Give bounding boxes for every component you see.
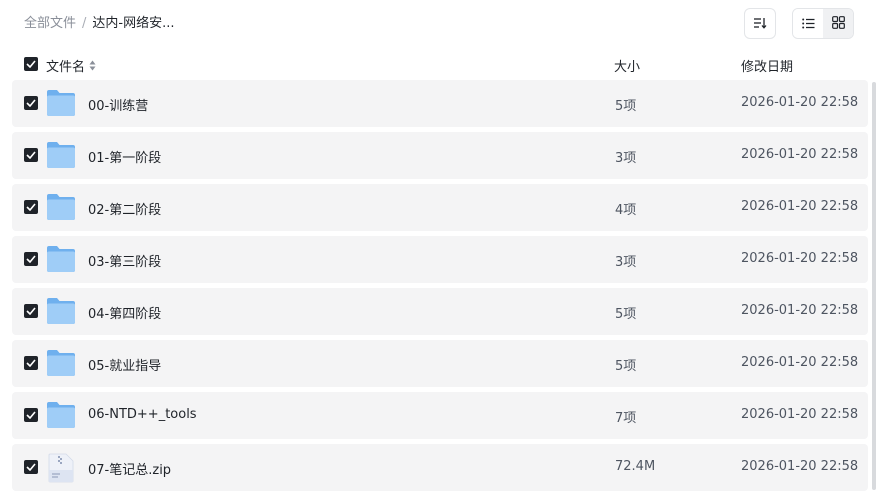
file-row[interactable]: 07-笔记总.zip 72.4M 2026-01-20 22:58 (12, 444, 868, 491)
row-checkbox[interactable] (24, 200, 38, 214)
row-checkbox[interactable] (24, 148, 38, 162)
file-name[interactable]: 01-第一阶段 (88, 147, 161, 166)
folder-icon (46, 349, 76, 377)
row-checkbox[interactable] (24, 96, 38, 110)
list-view-button[interactable] (793, 9, 823, 38)
file-modified-date: 2026-01-20 22:58 (741, 251, 859, 266)
folder-row[interactable]: 03-第三阶段 3项 2026-01-20 22:58 (12, 236, 868, 283)
list-header: 文件名 大小 修改日期 (0, 48, 878, 80)
scrollbar[interactable] (872, 82, 876, 490)
row-checkbox[interactable] (24, 408, 38, 422)
zip-file-icon (46, 453, 76, 483)
file-name[interactable]: 00-训练营 (88, 95, 148, 114)
breadcrumb-separator: / (82, 16, 87, 31)
folder-row[interactable]: 05-就业指导 5项 2026-01-20 22:58 (12, 340, 868, 387)
row-checkbox[interactable] (24, 356, 38, 370)
file-size: 5项 (615, 99, 637, 114)
breadcrumb: 全部文件 / 达内-网络安... (24, 15, 175, 33)
file-list: 00-训练营 5项 2026-01-20 22:58 01-第一阶段 3项 2026-01… (12, 80, 868, 495)
file-size: 5项 (615, 359, 637, 374)
folder-row[interactable]: 06-NTD++_tools 7项 2026-01-20 22:58 (12, 392, 868, 439)
file-modified-date: 2026-01-20 22:58 (741, 459, 859, 474)
sort-list-icon (753, 14, 767, 33)
list-view-icon (801, 14, 815, 33)
top-bar: 全部文件 / 达内-网络安... (0, 0, 878, 48)
file-modified-date: 2026-01-20 22:58 (741, 147, 859, 162)
file-size: 3项 (615, 151, 637, 166)
file-modified-date: 2026-01-20 22:58 (741, 303, 859, 318)
folder-icon (46, 401, 76, 429)
row-checkbox[interactable] (24, 304, 38, 318)
folder-icon (46, 141, 76, 169)
file-name[interactable]: 07-笔记总.zip (88, 459, 171, 478)
breadcrumb-current: 达内-网络安... (92, 16, 175, 31)
file-modified-date: 2026-01-20 22:58 (741, 407, 859, 422)
file-size: 5项 (615, 307, 637, 322)
folder-row[interactable]: 00-训练营 5项 2026-01-20 22:58 (12, 80, 868, 127)
date-column-header[interactable]: 修改日期 (741, 56, 793, 75)
grid-view-button[interactable] (823, 9, 853, 38)
file-name[interactable]: 03-第三阶段 (88, 251, 161, 270)
grid-view-icon (831, 14, 845, 33)
folder-row[interactable]: 01-第一阶段 3项 2026-01-20 22:58 (12, 132, 868, 179)
sort-button[interactable] (744, 8, 776, 39)
file-modified-date: 2026-01-20 22:58 (741, 355, 859, 370)
file-size: 3项 (615, 255, 637, 270)
file-modified-date: 2026-01-20 22:58 (741, 199, 859, 214)
select-all-checkbox[interactable] (24, 57, 38, 71)
file-name[interactable]: 04-第四阶段 (88, 303, 161, 322)
file-size: 72.4M (615, 459, 656, 474)
file-modified-date: 2026-01-20 22:58 (741, 95, 859, 110)
file-name[interactable]: 02-第二阶段 (88, 199, 161, 218)
folder-row[interactable]: 04-第四阶段 5项 2026-01-20 22:58 (12, 288, 868, 335)
folder-icon (46, 245, 76, 273)
name-column-label: 文件名 (46, 60, 86, 75)
folder-row[interactable]: 02-第二阶段 4项 2026-01-20 22:58 (12, 184, 868, 231)
row-checkbox[interactable] (24, 460, 38, 474)
file-name[interactable]: 05-就业指导 (88, 355, 161, 374)
row-checkbox[interactable] (24, 252, 38, 266)
folder-icon (46, 193, 76, 221)
file-name[interactable]: 06-NTD++_tools (88, 407, 197, 422)
file-size: 4项 (615, 203, 637, 218)
view-toggle (792, 8, 854, 39)
name-column-header[interactable]: 文件名 (46, 56, 96, 75)
file-size: 7项 (615, 411, 637, 426)
sort-caret-icon (89, 60, 96, 71)
folder-icon (46, 89, 76, 117)
size-column-header[interactable]: 大小 (614, 56, 640, 75)
folder-icon (46, 297, 76, 325)
breadcrumb-root-link[interactable]: 全部文件 (24, 15, 76, 33)
